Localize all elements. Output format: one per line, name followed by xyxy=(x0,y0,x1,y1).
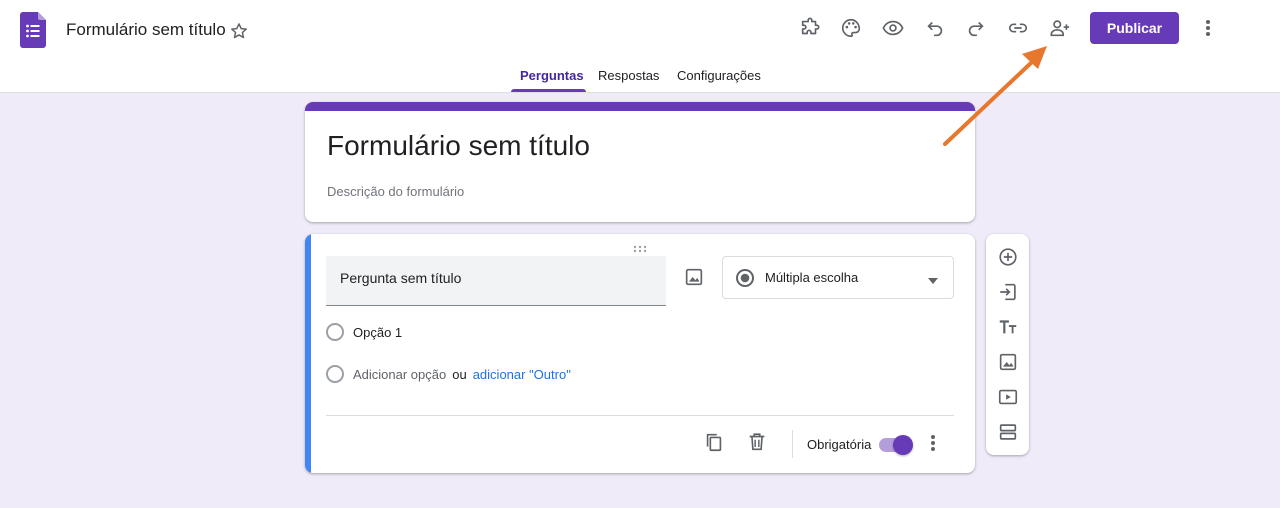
tab-settings[interactable]: Configurações xyxy=(677,68,761,83)
delete-icon[interactable] xyxy=(746,431,768,453)
google-forms-logo-icon[interactable] xyxy=(20,12,46,48)
footer-divider xyxy=(326,415,954,416)
toggle-knob xyxy=(893,435,913,455)
more-vert-icon[interactable] xyxy=(1198,17,1218,39)
duplicate-icon[interactable] xyxy=(703,431,725,453)
option-label[interactable]: Opção 1 xyxy=(353,325,402,340)
add-image-icon[interactable] xyxy=(996,350,1019,373)
tab-bar: Perguntas Respostas Configurações xyxy=(0,62,1280,93)
required-label: Obrigatória xyxy=(807,437,872,452)
add-question-icon[interactable] xyxy=(996,245,1019,268)
publish-button[interactable]: Publicar xyxy=(1090,12,1179,44)
question-title-input[interactable]: Pergunta sem título xyxy=(326,256,666,306)
top-app-bar: Formulário sem título Publicar Perguntas… xyxy=(0,0,1280,93)
redo-icon[interactable] xyxy=(965,17,987,39)
add-option-button[interactable]: Adicionar opção xyxy=(353,367,446,382)
active-tab-indicator xyxy=(511,89,586,92)
option-row: Opção 1 xyxy=(326,322,402,342)
add-title-icon[interactable] xyxy=(996,315,1019,338)
question-card[interactable]: Pergunta sem título Múltipla escolha Opç… xyxy=(305,234,975,473)
import-questions-icon[interactable] xyxy=(996,280,1019,303)
option-radio xyxy=(326,323,344,341)
form-title[interactable]: Formulário sem título xyxy=(327,130,590,162)
drag-handle-icon[interactable] xyxy=(633,240,647,253)
add-collaborator-icon[interactable] xyxy=(1049,17,1071,39)
tab-responses[interactable]: Respostas xyxy=(598,68,659,83)
add-ons-icon[interactable] xyxy=(799,17,821,39)
add-video-icon[interactable] xyxy=(996,385,1019,408)
option-radio xyxy=(326,365,344,383)
or-text: ou xyxy=(452,366,467,382)
add-other-link[interactable]: adicionar "Outro" xyxy=(473,367,571,382)
add-image-icon[interactable] xyxy=(683,266,705,288)
undo-icon[interactable] xyxy=(924,17,946,39)
preview-icon[interactable] xyxy=(882,17,904,39)
radio-button-checked-icon xyxy=(735,268,755,288)
floating-toolbar xyxy=(986,234,1029,455)
accent-bar xyxy=(305,102,975,111)
footer-vertical-divider xyxy=(792,430,793,458)
add-option-row: Adicionar opção ou adicionar "Outro" xyxy=(326,364,571,384)
focus-indicator xyxy=(305,234,311,473)
add-section-icon[interactable] xyxy=(996,420,1019,443)
required-toggle[interactable] xyxy=(879,435,913,455)
link-icon[interactable] xyxy=(1007,17,1029,39)
form-description-field[interactable]: Descrição do formulário xyxy=(327,184,464,199)
tab-questions[interactable]: Perguntas xyxy=(520,68,584,83)
form-title-card[interactable]: Formulário sem título Descrição do formu… xyxy=(305,102,975,222)
document-title[interactable]: Formulário sem título xyxy=(66,20,226,40)
palette-icon[interactable] xyxy=(840,17,862,39)
star-icon[interactable] xyxy=(229,21,249,41)
question-more-icon[interactable] xyxy=(924,432,942,454)
question-type-dropdown[interactable]: Múltipla escolha xyxy=(722,256,954,299)
question-type-label: Múltipla escolha xyxy=(765,270,859,285)
dropdown-arrow-icon xyxy=(927,273,939,284)
